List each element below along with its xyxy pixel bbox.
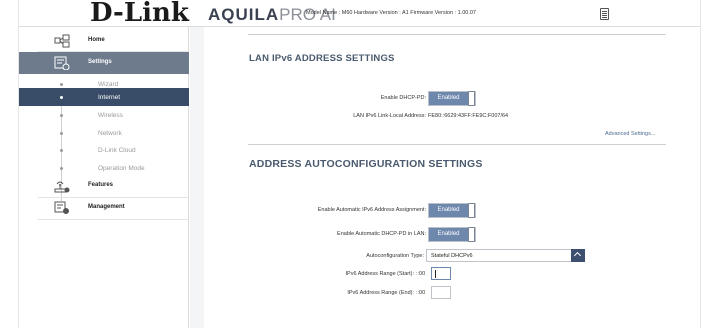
sidebar-subitem-label: Network xyxy=(98,130,122,137)
text-caret xyxy=(435,270,436,278)
dhcp-pd-label: Enable DHCP-PD: xyxy=(380,95,426,101)
settings-icon xyxy=(54,56,70,70)
sidebar-item-management[interactable]: Management xyxy=(19,197,189,219)
sidebar-subitem-label: D-Link Cloud xyxy=(98,147,136,154)
features-icon xyxy=(54,181,70,193)
toggle-state: Enabled xyxy=(429,204,468,217)
range-end-input[interactable] xyxy=(431,286,451,299)
divider xyxy=(248,34,666,35)
auto-assign-label: Enable Automatic IPv6 Address Assignment… xyxy=(317,207,426,213)
autoconf-type-select[interactable]: Stateful DHCPv6 xyxy=(426,249,585,262)
toggle-state: Enabled xyxy=(429,92,468,105)
autoconf-heading: ADDRESS AUTOCONFIGURATION SETTINGS xyxy=(249,158,483,170)
sidebar-item-label: Home xyxy=(88,37,105,43)
sidebar-subitem-label: Internet xyxy=(98,94,121,101)
sidebar-item-home[interactable]: Home xyxy=(19,30,189,52)
sidebar-item-label: Features xyxy=(88,182,114,188)
link-local-label: LAN IPv6 Link-Local Address: xyxy=(353,113,426,119)
toggle-knob xyxy=(468,203,475,218)
divider xyxy=(248,144,666,145)
settings-panel: LAN IPv6 ADDRESS SETTINGS Enable DHCP-PD… xyxy=(204,27,700,328)
link-local-value: FE80::6629:43FF:FE9C:F007/64 xyxy=(428,113,509,119)
bullet-icon xyxy=(60,114,63,117)
divider xyxy=(38,219,189,220)
toggle-knob xyxy=(468,227,475,242)
sidebar-subitem-internet[interactable]: Internet xyxy=(19,88,189,106)
bullet-icon xyxy=(60,167,63,170)
product-name-bold: AQUILA xyxy=(208,5,280,24)
autoconf-type-label: Autoconfiguration Type: xyxy=(366,253,424,259)
sidebar: Home Settings Wizard Internet Wireless N… xyxy=(19,27,189,328)
sidebar-item-label: Management xyxy=(88,204,125,210)
sidebar-subitem-wireless[interactable]: Wireless xyxy=(19,106,189,124)
range-end-label: IPv6 Address Range (End): xyxy=(347,290,414,296)
top-bar: D-Link AQUILAPRO AI Model Name : M60 Har… xyxy=(19,0,700,28)
bullet-icon xyxy=(60,83,63,86)
range-start-label: IPv6 Address Range (Start): xyxy=(345,271,414,277)
main-content: LAN IPv6 ADDRESS SETTINGS Enable DHCP-PD… xyxy=(190,27,700,328)
range-start-input[interactable] xyxy=(431,267,451,280)
management-icon xyxy=(54,201,69,214)
range-start-prefix: ::00 xyxy=(416,271,426,277)
toggle-state: Enabled xyxy=(429,228,468,241)
model-info: Model Name : M60 Hardware Version : A1 F… xyxy=(306,10,476,16)
home-network-icon xyxy=(54,34,70,48)
advanced-settings-link[interactable]: Advanced Settings... xyxy=(605,131,655,137)
auto-pd-toggle[interactable]: Enabled xyxy=(428,227,476,242)
sidebar-subitem-label: Wireless xyxy=(98,112,123,119)
bullet-icon xyxy=(60,132,63,135)
toggle-knob xyxy=(468,91,475,106)
page-edge-right xyxy=(700,0,701,328)
lan-ipv6-heading: LAN IPv6 ADDRESS SETTINGS xyxy=(249,53,395,64)
document-icon[interactable] xyxy=(600,8,609,20)
router-admin-page: D-Link AQUILAPRO AI Model Name : M60 Har… xyxy=(0,0,719,328)
sidebar-item-features[interactable]: Features xyxy=(19,175,189,197)
chevron-up-icon[interactable] xyxy=(571,249,585,262)
sidebar-item-settings[interactable]: Settings xyxy=(19,52,189,74)
sidebar-subitem-label: Wizard xyxy=(98,81,119,88)
sidebar-subitem-dlink-cloud[interactable]: D-Link Cloud xyxy=(19,141,189,159)
dhcp-pd-toggle[interactable]: Enabled xyxy=(428,91,476,106)
select-value: Stateful DHCPv6 xyxy=(431,253,473,259)
bullet-icon xyxy=(60,149,63,152)
range-end-prefix: ::00 xyxy=(416,290,426,296)
sidebar-item-label: Settings xyxy=(88,59,112,65)
sidebar-subitem-network[interactable]: Network xyxy=(19,124,189,142)
bullet-icon xyxy=(60,96,63,99)
dlink-logo[interactable]: D-Link xyxy=(90,0,189,28)
sidebar-subitem-label: Operation Mode xyxy=(98,165,145,172)
auto-pd-label: Enable Automatic DHCP-PD in LAN: xyxy=(337,231,426,237)
auto-assign-toggle[interactable]: Enabled xyxy=(428,203,476,218)
